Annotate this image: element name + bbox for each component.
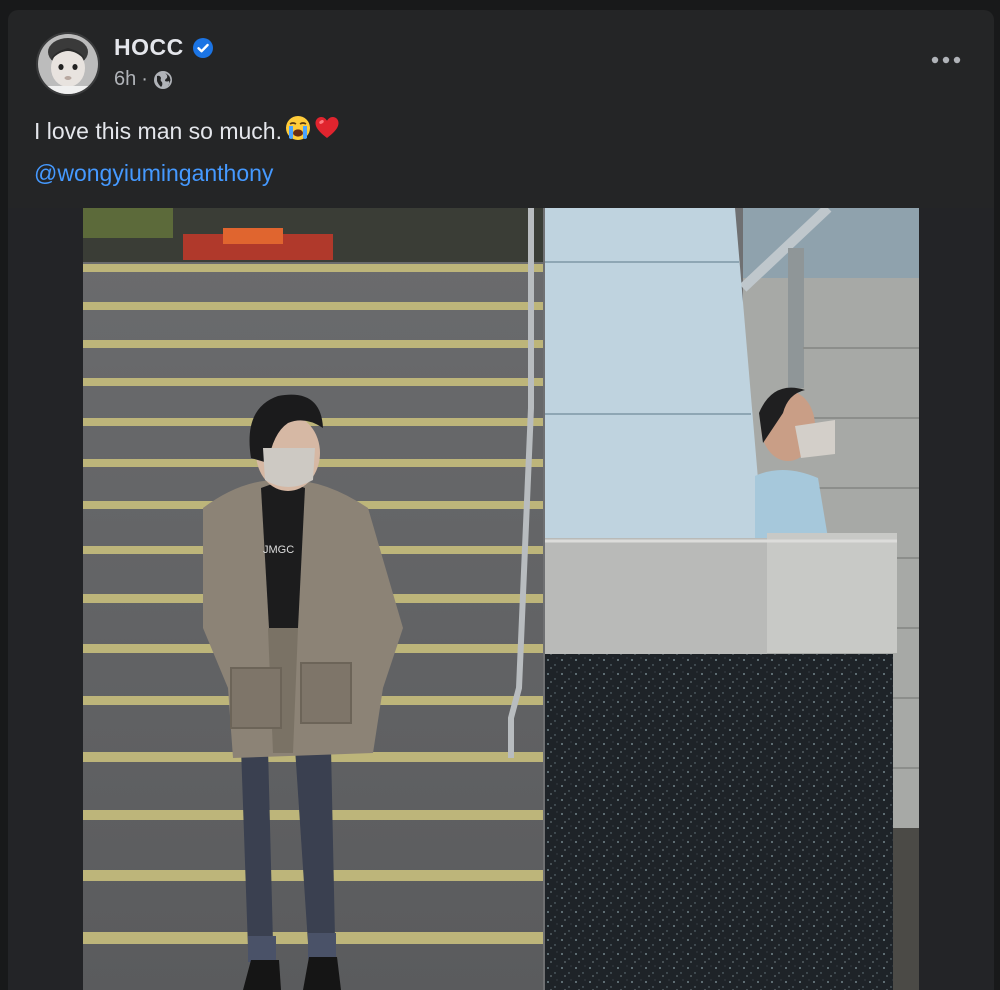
shirt-print: JMGC (263, 544, 294, 556)
loudly-crying-face-icon (284, 114, 312, 148)
author-name[interactable]: HOCC (114, 34, 184, 61)
post-card: HOCC 6h · I love this man so much. @wong… (8, 10, 994, 990)
globe-icon[interactable] (153, 70, 173, 90)
verified-badge-icon (192, 37, 213, 58)
post-meta: 6h · (114, 68, 173, 91)
post-message-text: I love this man so much. (34, 117, 282, 144)
post-media-area: JMGC (8, 208, 994, 990)
street-stairs-photo: JMGC (83, 208, 919, 990)
mention-link[interactable]: @wongyiuminganthony (34, 160, 273, 187)
post-time[interactable]: 6h (114, 68, 136, 91)
post-options-button[interactable] (928, 48, 964, 72)
post-message: I love this man so much. (34, 114, 340, 148)
red-heart-icon (314, 115, 340, 147)
baby-portrait-avatar (38, 34, 98, 94)
more-horizontal-icon (931, 56, 961, 64)
meta-separator: · (141, 68, 148, 90)
author-row: HOCC (114, 34, 213, 61)
author-avatar[interactable] (36, 32, 100, 96)
post-photo[interactable]: JMGC (83, 208, 919, 990)
